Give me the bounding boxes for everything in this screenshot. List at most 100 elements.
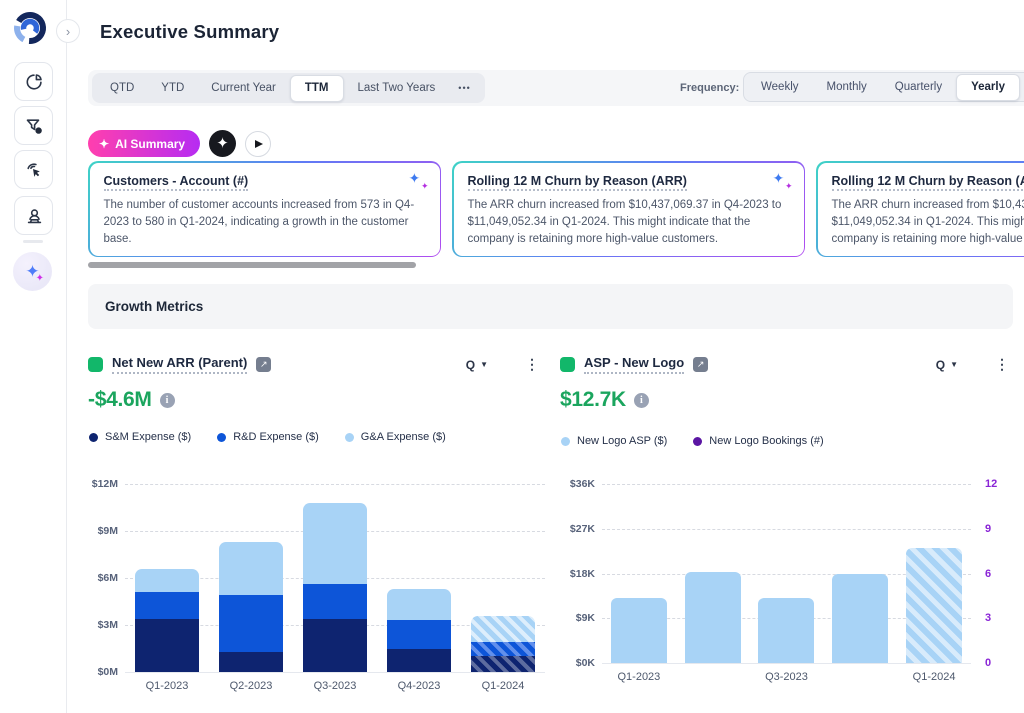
external-link-icon[interactable]: ↗ [693,357,708,372]
tab-current-year[interactable]: Current Year [198,76,289,100]
sidebar-item-metrics[interactable] [14,62,53,101]
chart-legend: New Logo ASP ($) New Logo Bookings (#) [561,435,824,447]
cards-horizontal-scrollbar[interactable] [88,262,416,268]
tab-monthly[interactable]: Monthly [813,75,881,99]
tab-yearly[interactable]: Yearly [956,74,1020,101]
y-axis-right-tick: 6 [985,568,991,580]
bar-segment [611,598,667,663]
more-periods-button[interactable]: ••• [449,83,479,93]
sidebar-divider [23,240,43,243]
legend-item[interactable]: New Logo ASP ($) [561,435,667,447]
kebab-menu-button[interactable]: ⋮ [525,356,539,373]
bar-segment [471,656,535,672]
x-axis-label: Q1-2023 [125,680,209,692]
period-granularity-select[interactable]: Q▼ [936,358,958,372]
bar-q2-2023[interactable] [219,542,283,672]
y-axis-right-tick: 0 [985,657,991,669]
bar-q2-2023[interactable] [685,572,741,663]
bar-slot [377,484,461,672]
bar-segment [219,652,283,672]
bar-q1-2024[interactable] [471,616,535,672]
bar-slot [897,484,971,663]
card-summary-text: The ARR churn increased from $10,437,069… [468,197,790,249]
bar-slot [293,484,377,672]
executive-summary-page: ✦ ✦ › Executive Summary QTD YTD Current … [0,0,1024,713]
plot-area [602,484,971,664]
bar-q4-2023[interactable] [832,574,888,664]
chart-title-link[interactable]: ASP - New Logo [584,355,684,374]
tab-last-two-years[interactable]: Last Two Years [345,76,449,100]
bar-q1-2024[interactable] [906,548,962,663]
period-granularity-select[interactable]: Q▼ [466,358,488,372]
tab-qtd[interactable]: QTD [97,76,147,100]
legend-label: New Logo ASP ($) [577,435,667,447]
app-logo[interactable] [11,9,51,49]
card-title-link[interactable]: Rolling 12 M Churn by Reason (ARR) [468,174,687,191]
x-axis: Q1-2023Q3-2023Q1-2024 [560,671,1015,683]
info-icon[interactable]: i [634,393,649,408]
tab-quarterly[interactable]: Quarterly [881,75,956,99]
chart-header: Net New ARR (Parent) ↗ Q▼ ⋮ [88,355,545,374]
frequency-tab-group: Weekly Monthly Quarterly Yearly [743,72,1024,102]
ai-summary-button[interactable]: ✦ AI Summary [88,130,200,157]
bar-segment [135,619,199,672]
legend-item[interactable]: New Logo Bookings (#) [693,435,823,447]
plot-area-wrapper: $12M$9M$6M$3M$0M [88,484,545,673]
x-axis-label: Q1-2024 [461,680,545,692]
card-title-link[interactable]: Customers - Account (#) [104,174,249,191]
chevron-down-icon: ▼ [480,360,488,369]
external-link-icon[interactable]: ↗ [256,357,271,372]
ai-summary-toolbar: ✦ AI Summary ✦ [88,130,271,157]
x-axis-label: Q3-2023 [293,680,377,692]
legend-item[interactable]: R&D Expense ($) [217,431,319,443]
ai-summary-card: Rolling 12 M Churn by Reason (ARR) ✦✦ Th… [816,161,1024,257]
card-title-link[interactable]: Rolling 12 M Churn by Reason (ARR) [832,174,1024,191]
bar-q3-2023[interactable] [758,598,814,663]
metric-color-swatch [560,357,575,372]
bar-slot [209,484,293,672]
x-axis-label: Q3-2023 [750,671,824,683]
metric-color-swatch [88,357,103,372]
info-icon[interactable]: i [160,393,175,408]
play-summary-button[interactable] [245,131,271,157]
section-title: Growth Metrics [105,299,203,314]
bar-slot [602,484,676,663]
click-cursor-icon [24,160,44,180]
x-axis-label: Q1-2024 [897,671,971,683]
legend-dot [345,433,354,442]
legend-dot [693,437,702,446]
bar-q3-2023[interactable] [303,503,367,672]
ai-summary-card-inner: Rolling 12 M Churn by Reason (ARR) ✦✦ Th… [454,163,804,256]
generate-summary-button[interactable]: ✦ [209,130,236,157]
y-axis-tick: $0M [98,666,118,678]
y-axis: $12M$9M$6M$3M$0M [88,484,125,673]
four-point-star-icon: ✦ [216,136,229,151]
bar-segment [471,642,535,656]
tab-ttm[interactable]: TTM [290,75,344,102]
section-header-growth-metrics: Growth Metrics [88,284,1013,329]
pie-chart-icon [24,72,44,92]
bar-segment [135,569,199,593]
sidebar-collapse-button[interactable]: › [56,19,80,43]
metric-row: -$4.6M i [88,388,175,412]
y-axis-right-tick: 9 [985,523,991,535]
sidebar-item-filters[interactable] [14,106,53,145]
tab-weekly[interactable]: Weekly [747,75,813,99]
ai-summary-cards-row: Customers - Account (#) ✦✦ The number of… [88,161,1024,257]
bar-segment [471,616,535,643]
chart-title-link[interactable]: Net New ARR (Parent) [112,355,247,374]
sidebar-item-interactions[interactable] [14,150,53,189]
bar-q4-2023[interactable] [387,589,451,672]
metric-row: $12.7K i [560,388,649,412]
legend-item[interactable]: G&A Expense ($) [345,431,446,443]
bar-q1-2023[interactable] [611,598,667,663]
bar-q1-2023[interactable] [135,569,199,672]
sidebar-item-presentations[interactable] [14,196,53,235]
sidebar-item-ai-assistant[interactable]: ✦ ✦ [13,252,52,291]
kebab-menu-button[interactable]: ⋮ [995,356,1009,373]
ai-summary-card-inner: Rolling 12 M Churn by Reason (ARR) ✦✦ Th… [818,163,1024,256]
legend-item[interactable]: S&M Expense ($) [89,431,191,443]
y-axis-left: $36K$27K$18K$9K$0K [560,484,602,664]
ai-summary-card: Rolling 12 M Churn by Reason (ARR) ✦✦ Th… [452,161,805,257]
tab-ytd[interactable]: YTD [148,76,197,100]
